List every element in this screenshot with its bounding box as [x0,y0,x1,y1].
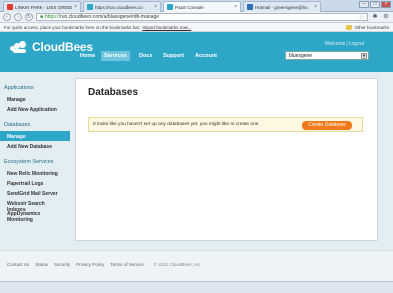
close-window-icon[interactable]: × [381,1,391,8]
databases-panel: Databases It looks like you haven't set … [75,78,378,241]
close-icon[interactable]: × [154,4,157,10]
page-title: Databases [88,87,139,98]
tab-title: Hotmail - greensgene@ho [255,4,308,10]
footer-security-link[interactable]: Security [54,262,70,267]
bookmarks-bar: For quick access, place your bookmarks h… [0,23,393,32]
sidebar-section-ecosystem: Ecosystem Services [4,159,54,165]
welcome-link[interactable]: Welcome [325,41,346,47]
account-links: Welcome|Logout [324,41,364,47]
footer-links: Contact Us Status Security Privacy Polic… [7,262,201,267]
browser-tab-hotmail[interactable]: Hotmail - greensgene@ho × [243,1,321,12]
folder-icon [346,24,353,30]
import-bookmarks-link[interactable]: Import bookmarks now... [142,25,191,30]
nav-account[interactable]: Account [192,51,220,61]
cloudbees-icon [87,4,93,10]
sidebar-item-manage-apps[interactable]: Manage [0,94,70,104]
url-scheme: https:// [45,14,61,20]
sidebar-item-manage-databases[interactable]: Manage [0,131,70,141]
footer-contact-link[interactable]: Contact Us [7,262,29,267]
minimize-icon[interactable]: – [359,1,369,8]
bookmarks-prompt: For quick access, place your bookmarks h… [4,24,141,30]
logout-link[interactable]: Logout [349,41,364,47]
browser-tab-paas-console[interactable]: PaaS Console × [163,1,241,12]
site-header: CloudBees Home Services Docs Support Acc… [0,32,393,72]
tab-title: https://run.cloudbees.co [95,4,143,10]
maximize-icon[interactable]: □ [370,1,380,8]
close-icon[interactable]: × [234,4,237,10]
browser-tab-bar: LINKIN PARK - LIES GREED × https://run.c… [0,0,393,12]
sidebar-section-databases: Databases [4,122,31,128]
close-icon[interactable]: × [314,4,317,10]
browser-nav-bar: ‹ › ↻ ■ https:// run.cloudbees.com/a/blu… [0,12,393,23]
window-controls: – □ × [359,1,391,8]
empty-databases-notice: It looks like you haven't set up any dat… [88,117,363,132]
create-database-button[interactable]: Create Database [302,121,352,130]
settings-wrench-icon[interactable]: ⚙ [382,14,390,21]
sidebar-item-new-relic[interactable]: New Relic Monitoring [0,168,70,178]
site-footer: Contact Us Status Security Privacy Polic… [0,250,393,281]
account-select[interactable]: bluesgene ▼ [285,51,369,60]
cloudbees-logo-icon [10,40,28,54]
browser-status-bar [0,281,393,293]
close-icon[interactable]: × [74,4,77,10]
reload-icon[interactable]: ↻ [25,13,33,21]
url-text: run.cloudbees.com/a/bluesgene#db-manage [60,14,160,20]
footer-terms-link[interactable]: Terms of Service [110,262,144,267]
back-icon[interactable]: ‹ [3,13,11,21]
sidebar-item-add-database[interactable]: Add New Database [0,141,70,151]
youtube-icon [7,4,13,10]
address-bar[interactable]: ■ https:// run.cloudbees.com/a/bluesgene… [36,13,368,21]
account-select-value: bluesgene [289,53,313,59]
nav-services[interactable]: Services [101,51,130,61]
nav-docs[interactable]: Docs [136,51,155,61]
copyright: © 2012 CloudBees, Inc. [153,262,202,267]
browser-tab-youtube[interactable]: LINKIN PARK - LIES GREED × [3,1,81,12]
chevron-down-icon: ▼ [361,53,367,59]
tab-title: PaaS Console [175,4,204,10]
sidebar-section-applications: Applications [4,85,34,91]
hotmail-icon [247,4,253,10]
browser-tab-cloudbees[interactable]: https://run.cloudbees.co × [83,1,161,12]
nav-support[interactable]: Support [160,51,187,61]
sidebar: Applications Manage Add New Application … [0,82,70,223]
footer-status-link[interactable]: Status [35,262,48,267]
notice-text: It looks like you haven't set up any dat… [93,122,260,127]
sidebar-item-add-application[interactable]: Add New Application [0,104,70,114]
extension-icon[interactable]: ✱ [371,14,379,21]
tab-title: LINKIN PARK - LIES GREED [15,4,73,10]
lock-icon: ■ [40,14,44,20]
footer-privacy-link[interactable]: Privacy Policy [76,262,104,267]
sidebar-item-sendgrid[interactable]: SendGrid Mail Server [0,188,70,198]
cloudbees-icon [167,4,173,10]
content-area: Applications Manage Add New Application … [0,72,393,250]
sidebar-item-websolr[interactable]: Websolr Search Indexes [0,198,70,213]
other-bookmarks-label: Other bookmarks [354,24,389,30]
bookmark-star-icon[interactable]: ☆ [359,14,364,21]
other-bookmarks[interactable]: Other bookmarks [346,24,389,30]
forward-icon[interactable]: › [14,13,22,21]
sidebar-item-papertrail[interactable]: Papertrail Logs [0,178,70,188]
nav-home[interactable]: Home [77,51,98,61]
